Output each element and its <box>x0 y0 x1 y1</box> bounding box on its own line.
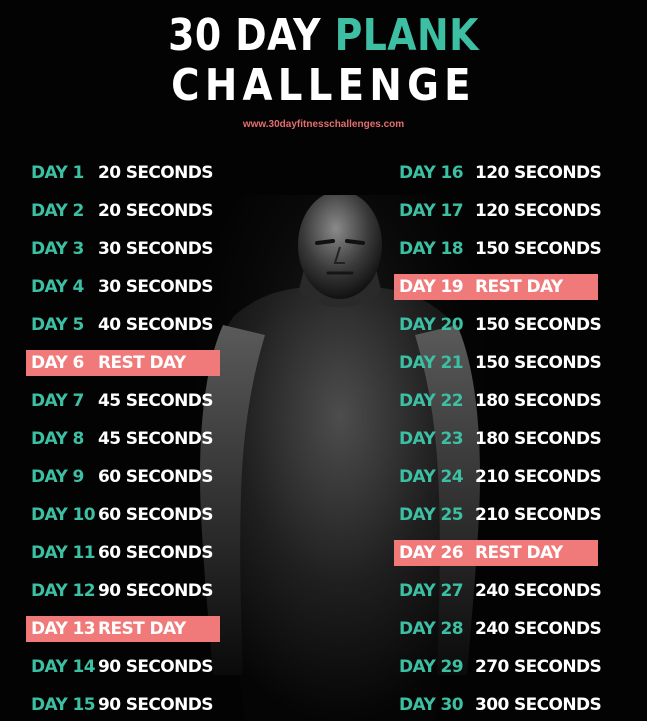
duration-value: 120 SECONDS <box>475 201 602 221</box>
duration-value: 210 SECONDS <box>475 505 602 525</box>
duration-value: 150 SECONDS <box>475 315 602 335</box>
duration-value: 240 SECONDS <box>475 619 602 639</box>
title-line-1: 30 DAY PLANK <box>45 12 601 60</box>
duration-value: 45 SECONDS <box>98 429 214 449</box>
duration-value: 150 SECONDS <box>475 239 602 259</box>
day-label: DAY 3 <box>31 239 84 259</box>
duration-value: 270 SECONDS <box>475 657 602 677</box>
day-label: DAY 16 <box>399 163 464 183</box>
schedule-row-day-29: DAY 29 270 SECONDS <box>394 654 602 680</box>
duration-value: 40 SECONDS <box>98 315 214 335</box>
day-label: DAY 27 <box>399 581 464 601</box>
day-label: DAY 8 <box>31 429 84 449</box>
schedule-row-day-23: DAY 23 180 SECONDS <box>394 426 602 452</box>
rest-day-label: REST DAY <box>475 543 563 563</box>
schedule-row-day-30: DAY 30 300 SECONDS <box>394 692 602 718</box>
rest-day-label: REST DAY <box>98 353 186 373</box>
day-label: DAY 29 <box>399 657 464 677</box>
day-label: DAY 30 <box>399 695 464 715</box>
schedule-row-day-8: DAY 8 45 SECONDS <box>26 426 220 452</box>
day-label: DAY 20 <box>399 315 464 335</box>
schedule-row-day-3: DAY 3 30 SECONDS <box>26 236 220 262</box>
duration-value: 300 SECONDS <box>475 695 602 715</box>
duration-value: 180 SECONDS <box>475 429 602 449</box>
day-label: DAY 25 <box>399 505 464 525</box>
rest-day-row-day-26: DAY 26 REST DAY <box>394 540 598 566</box>
rest-day-row-day-6: DAY 6 REST DAY <box>26 350 220 376</box>
schedule-row-day-17: DAY 17 120 SECONDS <box>394 198 602 224</box>
duration-value: 90 SECONDS <box>98 695 214 715</box>
duration-value: 20 SECONDS <box>98 163 214 183</box>
day-label: DAY 14 <box>31 657 96 677</box>
day-label: DAY 4 <box>31 277 84 297</box>
rest-day-row-day-13: DAY 13 REST DAY <box>26 616 220 642</box>
day-label: DAY 6 <box>31 353 84 373</box>
day-label: DAY 13 <box>31 619 96 639</box>
day-label: DAY 18 <box>399 239 464 259</box>
duration-value: 45 SECONDS <box>98 391 214 411</box>
schedule-row-day-11: DAY 11 60 SECONDS <box>26 540 220 566</box>
schedule-row-day-2: DAY 2 20 SECONDS <box>26 198 220 224</box>
duration-value: 210 SECONDS <box>475 467 602 487</box>
day-label: DAY 24 <box>399 467 464 487</box>
schedule-row-day-5: DAY 5 40 SECONDS <box>26 312 220 338</box>
duration-value: 60 SECONDS <box>98 543 214 563</box>
plank-challenge-poster: 30 DAY PLANK CHALLENGE www.30dayfitnessc… <box>0 0 647 721</box>
duration-value: 90 SECONDS <box>98 657 214 677</box>
day-label: DAY 23 <box>399 429 464 449</box>
duration-value: 150 SECONDS <box>475 353 602 373</box>
duration-value: 240 SECONDS <box>475 581 602 601</box>
day-label: DAY 10 <box>31 505 96 525</box>
duration-value: 30 SECONDS <box>98 277 214 297</box>
rest-day-label: REST DAY <box>475 277 563 297</box>
duration-value: 90 SECONDS <box>98 581 214 601</box>
schedule-row-day-9: DAY 9 60 SECONDS <box>26 464 220 490</box>
day-label: DAY 12 <box>31 581 96 601</box>
schedule-row-day-24: DAY 24 210 SECONDS <box>394 464 602 490</box>
title-accent-plank: PLANK <box>334 10 479 61</box>
duration-value: 20 SECONDS <box>98 201 214 221</box>
schedule-row-day-7: DAY 7 45 SECONDS <box>26 388 220 414</box>
day-label: DAY 22 <box>399 391 464 411</box>
day-label: DAY 19 <box>399 277 464 297</box>
day-label: DAY 9 <box>31 467 84 487</box>
day-label: DAY 26 <box>399 543 464 563</box>
title-part-1: 30 DAY <box>168 10 335 61</box>
day-label: DAY 11 <box>31 543 96 563</box>
title-line-2: CHALLENGE <box>171 60 476 111</box>
duration-value: 60 SECONDS <box>98 505 214 525</box>
schedule-row-day-16: DAY 16 120 SECONDS <box>394 160 602 186</box>
day-label: DAY 15 <box>31 695 96 715</box>
day-label: DAY 5 <box>31 315 84 335</box>
website-url: www.30dayfitnesschallenges.com <box>242 119 405 130</box>
duration-value: 120 SECONDS <box>475 163 602 183</box>
schedule-row-day-12: DAY 12 90 SECONDS <box>26 578 220 604</box>
day-label: DAY 2 <box>31 201 84 221</box>
schedule-row-day-25: DAY 25 210 SECONDS <box>394 502 602 528</box>
schedule-row-day-18: DAY 18 150 SECONDS <box>394 236 602 262</box>
rest-day-label: REST DAY <box>98 619 186 639</box>
duration-value: 30 SECONDS <box>98 239 214 259</box>
schedule-row-day-1: DAY 1 20 SECONDS <box>26 160 220 186</box>
schedule-row-day-15: DAY 15 90 SECONDS <box>26 692 220 718</box>
day-label: DAY 21 <box>399 353 464 373</box>
schedule-row-day-20: DAY 20 150 SECONDS <box>394 312 602 338</box>
day-label: DAY 17 <box>399 201 464 221</box>
schedule-row-day-22: DAY 22 180 SECONDS <box>394 388 602 414</box>
duration-value: 180 SECONDS <box>475 391 602 411</box>
duration-value: 60 SECONDS <box>98 467 214 487</box>
day-label: DAY 28 <box>399 619 464 639</box>
day-label: DAY 7 <box>31 391 84 411</box>
day-label: DAY 1 <box>31 163 84 183</box>
schedule-row-day-10: DAY 10 60 SECONDS <box>26 502 220 528</box>
schedule-row-day-27: DAY 27 240 SECONDS <box>394 578 602 604</box>
schedule-row-day-14: DAY 14 90 SECONDS <box>26 654 220 680</box>
schedule-row-day-28: DAY 28 240 SECONDS <box>394 616 602 642</box>
schedule-row-day-4: DAY 4 30 SECONDS <box>26 274 220 300</box>
schedule-row-day-21: DAY 21 150 SECONDS <box>394 350 602 376</box>
rest-day-row-day-19: DAY 19 REST DAY <box>394 274 598 300</box>
